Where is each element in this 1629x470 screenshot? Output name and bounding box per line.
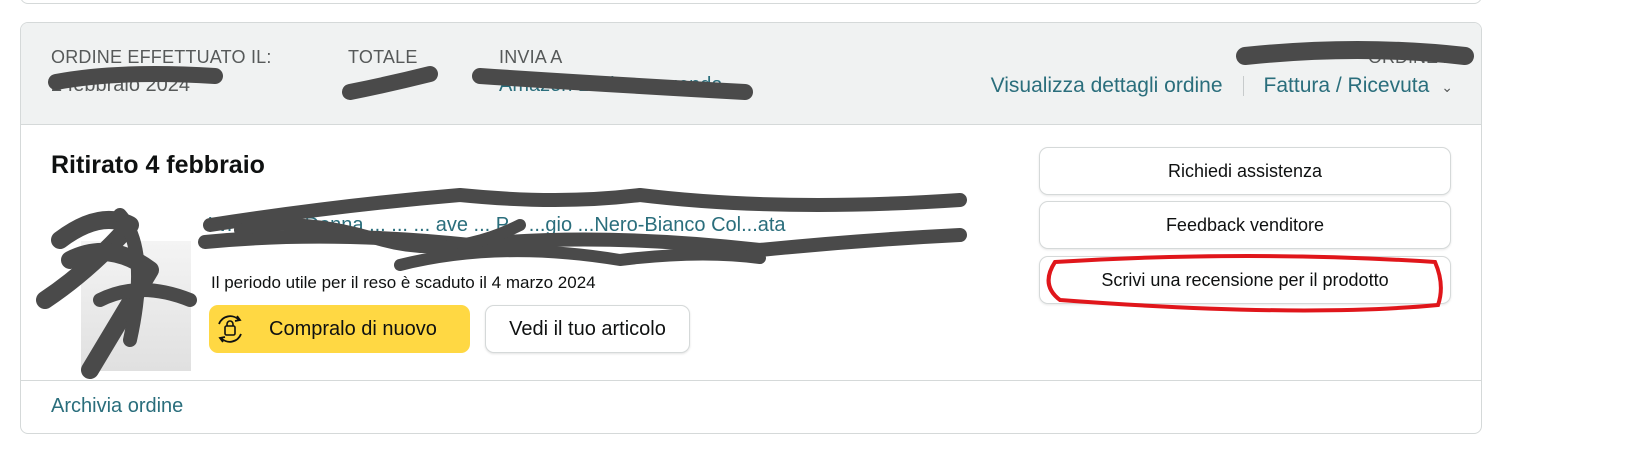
- buy-again-label: Compralo di nuovo: [269, 317, 437, 340]
- ship-to-label: INVIA A: [499, 47, 563, 67]
- order-number-label: ORDINE #: [1367, 47, 1453, 67]
- order-total-column: TOTALE: [348, 47, 418, 74]
- ship-to-column: INVIA A Amazon Locker - guenda ⌄: [499, 47, 746, 97]
- shipment-status: Ritirato 4 febbraio: [51, 151, 265, 179]
- invoice-dropdown[interactable]: Fattura / Ricevuta ⌄: [1264, 74, 1453, 98]
- archive-order-link[interactable]: Archivia ordine: [51, 395, 183, 418]
- buy-again-button[interactable]: Compralo di nuovo: [209, 305, 470, 353]
- product-title-link[interactable]: W... ... ...a Donna ... ... ... ave ... …: [209, 209, 1009, 241]
- link-separator: [1242, 76, 1244, 96]
- order-date-label: ORDINE EFFETTUATO IL:: [51, 47, 272, 67]
- ship-to-dropdown[interactable]: Amazon Locker - guenda ⌄: [499, 74, 746, 97]
- previous-order-card: [20, 0, 1482, 4]
- chevron-down-icon: ⌄: [734, 78, 747, 94]
- order-card: ORDINE EFFETTUATO IL: 2 febbraio 2024 TO…: [20, 22, 1482, 434]
- order-number: ORDINE #: [991, 47, 1453, 68]
- chevron-down-icon: ⌄: [1441, 79, 1453, 95]
- ship-to-value: Amazon Locker - guenda: [499, 74, 723, 96]
- order-links: Visualizza dettagli ordine Fattura / Ric…: [991, 74, 1453, 98]
- order-details-link[interactable]: Visualizza dettagli ordine: [991, 74, 1223, 98]
- order-header: ORDINE EFFETTUATO IL: 2 febbraio 2024 TO…: [21, 23, 1481, 125]
- invoice-link-label: Fattura / Ricevuta: [1263, 74, 1430, 97]
- order-date-column: ORDINE EFFETTUATO IL: 2 febbraio 2024: [51, 47, 272, 97]
- seller-feedback-button[interactable]: Feedback venditore: [1039, 201, 1451, 249]
- get-support-button[interactable]: Richiedi assistenza: [1039, 147, 1451, 195]
- buy-again-icon: [218, 315, 242, 343]
- view-item-button[interactable]: Vedi il tuo articolo: [485, 305, 690, 353]
- product-thumbnail[interactable]: [81, 241, 191, 371]
- write-review-button[interactable]: Scrivi una recensione per il prodotto: [1039, 256, 1451, 304]
- order-header-right: ORDINE # Visualizza dettagli ordine Fatt…: [991, 47, 1453, 98]
- card-divider: [21, 380, 1481, 381]
- order-total-label: TOTALE: [348, 47, 418, 67]
- return-window-text: Il periodo utile per il reso è scaduto i…: [211, 273, 596, 292]
- order-date-value: 2 febbraio 2024: [51, 74, 191, 96]
